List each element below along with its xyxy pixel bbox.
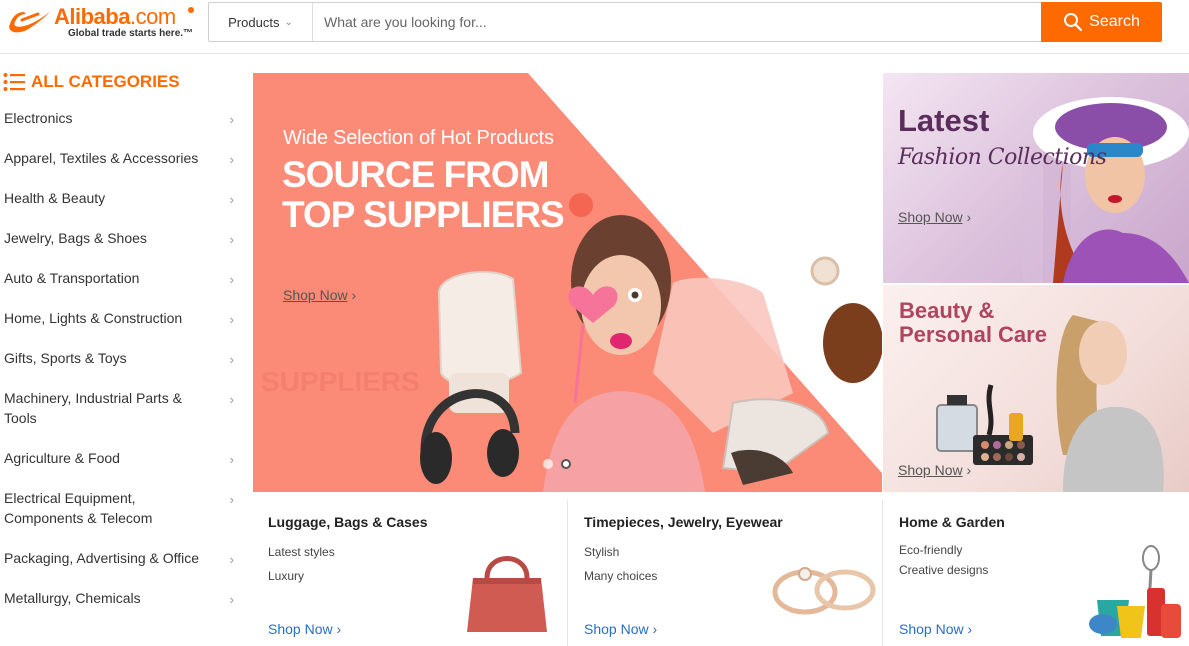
search-button-label: Search: [1089, 13, 1140, 30]
card-line: Eco-friendly: [899, 543, 963, 557]
sidebar-item-label: Apparel, Textiles & Accessories: [4, 150, 199, 166]
card-title: Home & Garden: [899, 514, 1005, 530]
chevron-right-icon: ›: [351, 287, 357, 303]
hero-shop-now-link[interactable]: Shop Now ›: [283, 287, 356, 303]
card-timepieces[interactable]: Timepieces, Jewelry, Eyewear Stylish Man…: [569, 500, 883, 646]
sidebar-item-metallurgy[interactable]: Metallurgy, Chemicals ›: [4, 588, 236, 608]
card-line: Many choices: [584, 569, 658, 583]
promo-fashion-subtitle: Fashion Collections: [898, 145, 1107, 170]
sidebar-item-label: Jewelry, Bags & Shoes: [4, 230, 147, 246]
logo-wordmark: Alibaba.com: [54, 4, 176, 29]
search-category-label: Products: [228, 14, 280, 30]
sidebar-item-label: Home, Lights & Construction: [4, 310, 183, 326]
sidebar-item-label: Agriculture & Food: [4, 450, 120, 466]
sidebar-item-label: Packaging, Advertising & Office: [4, 550, 200, 566]
chevron-right-icon: ›: [229, 492, 234, 507]
search-bar: Products ⌄ Search: [208, 2, 1162, 42]
card-home-garden[interactable]: Home & Garden Eco-friendly Creative desi…: [884, 500, 1189, 646]
sidebar-item-packaging[interactable]: Packaging, Advertising & Office ›: [4, 548, 236, 568]
sidebar-item-agriculture[interactable]: Agriculture & Food ›: [4, 448, 236, 468]
search-button[interactable]: Search: [1041, 2, 1162, 42]
carousel-dot[interactable]: [543, 459, 553, 469]
fashion-model-graphic: [1023, 97, 1189, 283]
logo-tagline: Global trade starts here.™: [68, 28, 194, 39]
card-title: Luggage, Bags & Cases: [268, 514, 428, 530]
search-category-dropdown[interactable]: Products ⌄: [209, 3, 313, 41]
sidebar-item-label: Health & Beauty: [4, 190, 106, 206]
carousel-dot-active[interactable]: [561, 459, 571, 469]
category-sidebar: ALL CATEGORIES Electronics › Apparel, Tex…: [0, 70, 245, 646]
sidebar-item-health-beauty[interactable]: Health & Beauty ›: [4, 188, 236, 208]
hero-title: SOURCE FROM TOP SUPPLIERS: [282, 154, 565, 235]
card-line: Creative designs: [899, 563, 989, 577]
logo-smile-icon: [9, 12, 51, 33]
sidebar-item-label: Electronics: [4, 110, 73, 126]
sidebar-item-label: Machinery, Industrial Parts & Tools: [4, 390, 182, 426]
chevron-right-icon: ›: [966, 462, 972, 478]
alibaba-logo[interactable]: Alibaba.com Global trade starts here.™: [4, 4, 200, 40]
sidebar-item-home-lights[interactable]: Home, Lights & Construction ›: [4, 308, 236, 328]
header: Alibaba.com Global trade starts here.™ P…: [0, 0, 1189, 54]
card-shop-now-link[interactable]: Shop Now ›: [899, 621, 972, 637]
chevron-right-icon: ›: [229, 152, 234, 167]
shop-now-label: Shop Now: [898, 209, 963, 225]
kitchenware-image: [1089, 545, 1181, 638]
chevron-right-icon: ›: [229, 232, 234, 247]
promo-beauty-shop-now[interactable]: Shop Now ›: [898, 462, 971, 478]
sidebar-item-label: Electrical Equipment, Components & Telec…: [4, 490, 153, 526]
hero-shop-now-label: Shop Now: [283, 287, 348, 303]
all-categories-header[interactable]: ALL CATEGORIES: [3, 70, 180, 94]
sidebar-item-jewelry[interactable]: Jewelry, Bags & Shoes ›: [4, 228, 236, 248]
hero-subtitle: Wide Selection of Hot Products: [283, 127, 554, 149]
search-input[interactable]: [314, 3, 1040, 41]
sidebar-item-label: Metallurgy, Chemicals: [4, 590, 141, 606]
chevron-right-icon: ›: [229, 592, 234, 607]
card-title: Timepieces, Jewelry, Eyewear: [584, 514, 783, 530]
all-categories-title: ALL CATEGORIES: [31, 72, 180, 91]
search-icon: [1064, 13, 1083, 32]
promo-beauty-title: Beauty & Personal Care: [899, 298, 1047, 347]
sidebar-item-label: Auto & Transportation: [4, 270, 140, 286]
chevron-right-icon: ›: [229, 552, 234, 567]
shop-now-label: Shop Now: [898, 462, 963, 478]
sidebar-item-gifts[interactable]: Gifts, Sports & Toys ›: [4, 348, 236, 368]
chevron-right-icon: ›: [229, 452, 234, 467]
card-shop-now-link[interactable]: Shop Now ›: [584, 621, 657, 637]
sidebar-item-electrical[interactable]: Electrical Equipment, Components & Telec…: [4, 488, 236, 528]
rings-image: [772, 567, 876, 615]
chevron-right-icon: ›: [229, 192, 234, 207]
chevron-down-icon: ⌄: [284, 16, 293, 28]
promo-fashion[interactable]: Latest Fashion Collections Shop Now ›: [883, 73, 1189, 283]
chevron-right-icon: ›: [229, 392, 234, 407]
svg-text:SUPPLIERS: SUPPLIERS: [261, 366, 420, 397]
sidebar-item-machinery[interactable]: Machinery, Industrial Parts & Tools ›: [4, 388, 236, 428]
chevron-right-icon: ›: [229, 272, 234, 287]
card-luggage[interactable]: Luggage, Bags & Cases Latest styles Luxu…: [253, 500, 568, 646]
card-shop-now-link[interactable]: Shop Now ›: [268, 621, 341, 637]
promo-fashion-shop-now[interactable]: Shop Now ›: [898, 209, 971, 225]
card-line: Latest styles: [268, 545, 335, 559]
chevron-right-icon: ›: [229, 352, 234, 367]
handbag-image: [467, 556, 547, 632]
chevron-right-icon: ›: [229, 312, 234, 327]
chevron-right-icon: ›: [966, 209, 972, 225]
hero-banner[interactable]: SUPPLIERS Wide Selection of Hot Products…: [253, 73, 882, 492]
logo-registered-dot: [188, 7, 194, 13]
list-icon: [3, 73, 25, 91]
promo-beauty[interactable]: Beauty & Personal Care Shop Now ›: [883, 285, 1189, 492]
carousel-dots: [543, 459, 571, 469]
sidebar-item-auto[interactable]: Auto & Transportation ›: [4, 268, 236, 288]
chevron-right-icon: ›: [229, 112, 234, 127]
sidebar-item-apparel[interactable]: Apparel, Textiles & Accessories ›: [4, 148, 236, 168]
promo-fashion-title: Latest: [898, 103, 990, 138]
card-line: Stylish: [584, 545, 620, 559]
card-line: Luxury: [268, 569, 305, 583]
sidebar-item-electronics[interactable]: Electronics ›: [4, 108, 236, 128]
sidebar-item-label: Gifts, Sports & Toys: [4, 350, 127, 366]
